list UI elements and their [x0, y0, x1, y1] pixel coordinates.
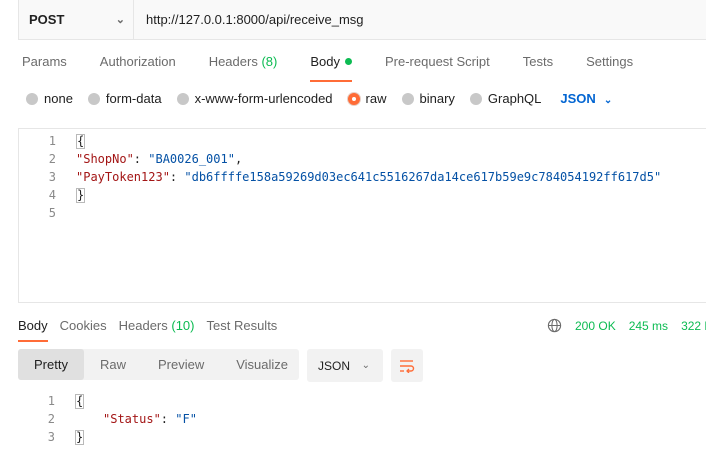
radio-label: binary: [419, 91, 455, 106]
json-key: "PayToken123": [76, 170, 170, 184]
tab-label: Tests: [522, 54, 554, 69]
request-body-editor[interactable]: 1 { 2 "ShopNo": "BA0026_001", 3 "PayToke…: [18, 128, 706, 303]
line-number: 2: [48, 152, 56, 166]
radio-circle: [176, 92, 189, 105]
radio-circle: [26, 92, 38, 105]
tab-label: Test Results: [206, 318, 278, 333]
body-active-dot: [344, 58, 352, 65]
line-number: 5: [48, 206, 56, 220]
radio-circle: [469, 92, 482, 105]
radio-urlencoded[interactable]: x-www-form-urlencoded: [176, 91, 333, 106]
json-value: "BA0026_001": [148, 152, 235, 166]
wrap-lines-icon: [400, 359, 415, 373]
response-view-modes: Pretty Raw Preview Visualize: [18, 349, 299, 380]
request-url-bar: POST ⌄ http://127.0.0.1:8000/api/receive…: [18, 0, 706, 40]
line-number: 1: [48, 134, 56, 148]
code-line: 5: [19, 204, 56, 222]
code-line: 3 }: [18, 428, 85, 446]
radio-label: x-www-form-urlencoded: [194, 91, 333, 106]
code-line: 4 }: [19, 186, 86, 204]
method-select[interactable]: POST ⌄: [19, 0, 134, 39]
tab-cookies[interactable]: Cookies: [60, 318, 107, 342]
code-line: 1 {: [19, 132, 86, 150]
radio-label: none: [44, 91, 73, 106]
chevron-down-icon: ⌄: [115, 14, 125, 26]
radio-label: form-data: [105, 91, 162, 106]
json-key: "Status": [103, 412, 161, 426]
json-value: "F": [175, 412, 197, 426]
radio-circle: [87, 92, 100, 105]
tab-label: Settings: [586, 54, 634, 69]
line-number: 3: [48, 170, 56, 184]
view-preview[interactable]: Preview: [142, 349, 220, 380]
response-size[interactable]: 322 B: [681, 319, 706, 333]
line-number: 4: [48, 188, 56, 202]
json-key: "ShopNo": [76, 152, 134, 166]
close-brace: }: [75, 429, 85, 445]
tab-label: Cookies: [59, 318, 107, 333]
radio-label: GraphQL: [487, 91, 542, 106]
status-code[interactable]: 200 OK: [575, 319, 616, 333]
code-line: 3 "PayToken123": "db6ffffe158a59269d03ec…: [19, 168, 661, 186]
line-number: 1: [47, 394, 55, 408]
line-number: 2: [47, 412, 55, 426]
body-type-options: none form-data x-www-form-urlencoded raw…: [26, 91, 612, 106]
method-label: POST: [29, 12, 65, 27]
response-tabs: Body Cookies Headers (10) Test Results: [18, 318, 289, 342]
tab-response-headers[interactable]: Headers (10): [119, 318, 195, 342]
tab-label: Headers: [118, 318, 168, 333]
tab-label: Body: [310, 54, 340, 69]
format-label: JSON: [560, 91, 596, 106]
view-pretty[interactable]: Pretty: [18, 349, 84, 380]
tab-settings[interactable]: Settings: [586, 54, 633, 82]
radio-circle: [401, 92, 414, 105]
body-format-select[interactable]: JSON ⌄: [560, 91, 612, 106]
close-brace: }: [76, 187, 86, 203]
code-line: 2 "ShopNo": "BA0026_001",: [19, 150, 242, 168]
tab-label: Pre-request Script: [384, 54, 490, 69]
radio-raw[interactable]: raw: [347, 91, 387, 106]
line-number: 3: [47, 430, 55, 444]
radio-circle-selected: [347, 92, 360, 105]
tab-authorization[interactable]: Authorization: [100, 54, 176, 82]
view-raw[interactable]: Raw: [84, 349, 142, 380]
json-value: "db6ffffe158a59269d03ec641c5516267da14ce…: [184, 170, 662, 184]
tab-body[interactable]: Body: [310, 54, 352, 82]
headers-count: (10): [171, 318, 195, 333]
tab-label: Headers: [208, 54, 258, 69]
radio-form-data[interactable]: form-data: [87, 91, 162, 106]
response-time[interactable]: 245 ms: [629, 319, 668, 333]
radio-none[interactable]: none: [26, 91, 73, 106]
response-status-bar: 200 OK 245 ms 322 B: [547, 318, 706, 333]
chevron-down-icon: ⌄: [603, 95, 613, 106]
url-input[interactable]: http://127.0.0.1:8000/api/receive_msg: [134, 12, 364, 27]
tab-test-results[interactable]: Test Results: [207, 318, 278, 342]
code-line: 2 "Status": "F": [18, 410, 197, 428]
tab-tests[interactable]: Tests: [523, 54, 553, 82]
radio-graphql[interactable]: GraphQL: [469, 91, 542, 106]
radio-binary[interactable]: binary: [401, 91, 455, 106]
tab-params[interactable]: Params: [22, 54, 67, 82]
code-line: 1 {: [18, 392, 85, 410]
chevron-down-icon: ⌄: [361, 360, 370, 371]
open-brace: {: [76, 133, 86, 149]
response-format-select[interactable]: JSON ⌄: [307, 349, 383, 382]
globe-icon[interactable]: [547, 318, 562, 333]
request-tabs: Params Authorization Headers (8) Body Pr…: [22, 54, 666, 82]
tab-label: Body: [18, 318, 48, 333]
format-label: JSON: [318, 358, 351, 373]
view-visualize[interactable]: Visualize: [220, 349, 304, 380]
headers-count: (8): [261, 54, 278, 69]
radio-label: raw: [365, 91, 387, 106]
wrap-lines-button[interactable]: [391, 349, 423, 382]
tab-response-body[interactable]: Body: [18, 318, 48, 342]
open-brace: {: [75, 393, 85, 409]
tab-pre-request-script[interactable]: Pre-request Script: [385, 54, 490, 82]
tab-headers[interactable]: Headers (8): [209, 54, 278, 82]
tab-label: Params: [22, 54, 67, 69]
response-body-viewer[interactable]: 1 { 2 "Status": "F" 3 }: [18, 392, 706, 452]
tab-label: Authorization: [99, 54, 176, 69]
